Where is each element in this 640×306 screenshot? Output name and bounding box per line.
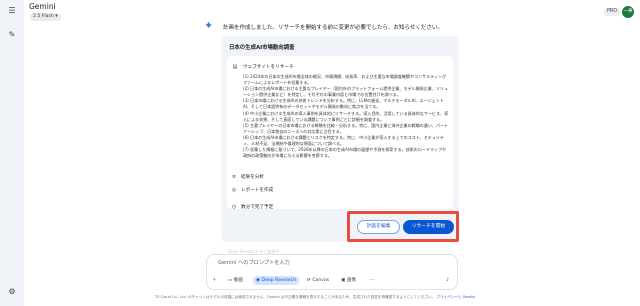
- website-research-icon: ▤: [232, 64, 238, 70]
- footer-disclaimer: TS Cloud Co., Ltd. のチャットはモデルの改善には使用されません…: [155, 295, 476, 299]
- clock-icon: ◷: [231, 204, 237, 210]
- tool-video[interactable]: ▭ 動画: [228, 276, 243, 285]
- plan-title: 日本の生成AI市場動向調査: [229, 45, 295, 51]
- pro-badge: PRO: [604, 8, 621, 16]
- plan-step: (3) 日本市場における生成AIの技術トレンドを分析する。特に、LLMの進化、マ…: [243, 98, 444, 110]
- plan-step: (4) 中小企業における生成AIの導入事例を具体的にリサーチする。導入目的、活用…: [243, 110, 449, 122]
- top-bar: Gemini 2.5 Flash ▾ PRO 一華: [24, 0, 640, 24]
- edit-plan-button[interactable]: 計画を編集: [357, 220, 400, 234]
- step-report: レポートを作成: [241, 188, 274, 193]
- gemini-sparkle-icon: ✦: [204, 19, 214, 32]
- tool-deep-research[interactable]: ◉ Deep Research: [253, 276, 300, 285]
- microphone-icon[interactable]: ♪: [446, 276, 452, 285]
- plan-step: (7) 収集した情報に基づいて、2026年以降の日本の生成AI市場の展望や予測を…: [243, 147, 447, 159]
- privacy-link[interactable]: プライバシーと Gemini: [436, 295, 475, 299]
- more-icon[interactable]: ⋯: [370, 276, 375, 285]
- analyze-icon: ≡: [231, 174, 237, 180]
- app-title: Gemini: [29, 2, 56, 11]
- prompt-input[interactable]: Gemini へのプロンプトを入力: [218, 259, 290, 266]
- report-icon: ◎: [231, 187, 237, 193]
- side-rail: ☰ ✎ ⚙: [0, 0, 24, 306]
- tool-image[interactable]: ▣ 画像: [341, 276, 356, 285]
- avatar[interactable]: 一華: [622, 6, 634, 18]
- plan-step: (5) 主要プレイヤーの日本市場における戦略を比較・分析する。特に、国内企業と海…: [243, 122, 449, 134]
- new-chat-icon[interactable]: ✎: [7, 30, 17, 40]
- eta-text: 数分で完了予定: [241, 205, 274, 210]
- plan-step: (2) 日本の生成AI市場における主要なプレイヤー（国内外のプラットフォーム提供…: [243, 86, 448, 98]
- tool-canvas[interactable]: ⟳ Canvas: [307, 276, 329, 285]
- plan-step: (1) 2024年の日本の生成AI市場全体の概況、市場規模、成長率、および主要な…: [243, 74, 447, 86]
- settings-icon[interactable]: ⚙: [7, 287, 17, 297]
- assistant-message: 計画を作成しました。リサーチを開始する前に変更が必要でしたら、お知らせください。: [223, 25, 443, 31]
- plan-step: (6) 日本の生成AI市場における課題とリスクを特定する。特に、中小企業が導入す…: [243, 134, 444, 147]
- section-label: ウェブサイトをリサーチ: [243, 65, 294, 70]
- model-selector[interactable]: 2.5 Flash ▾: [30, 13, 61, 21]
- plan-step-list: (1) 2024年の日本の生成AI市場全体の概況、市場規模、成長率、および主要な…: [243, 74, 449, 159]
- step-analyze: 結果を分析: [241, 175, 264, 180]
- start-research-button[interactable]: リサーチを開始: [403, 220, 454, 234]
- add-icon[interactable]: ＋: [212, 276, 217, 285]
- menu-icon[interactable]: ☰: [7, 6, 17, 16]
